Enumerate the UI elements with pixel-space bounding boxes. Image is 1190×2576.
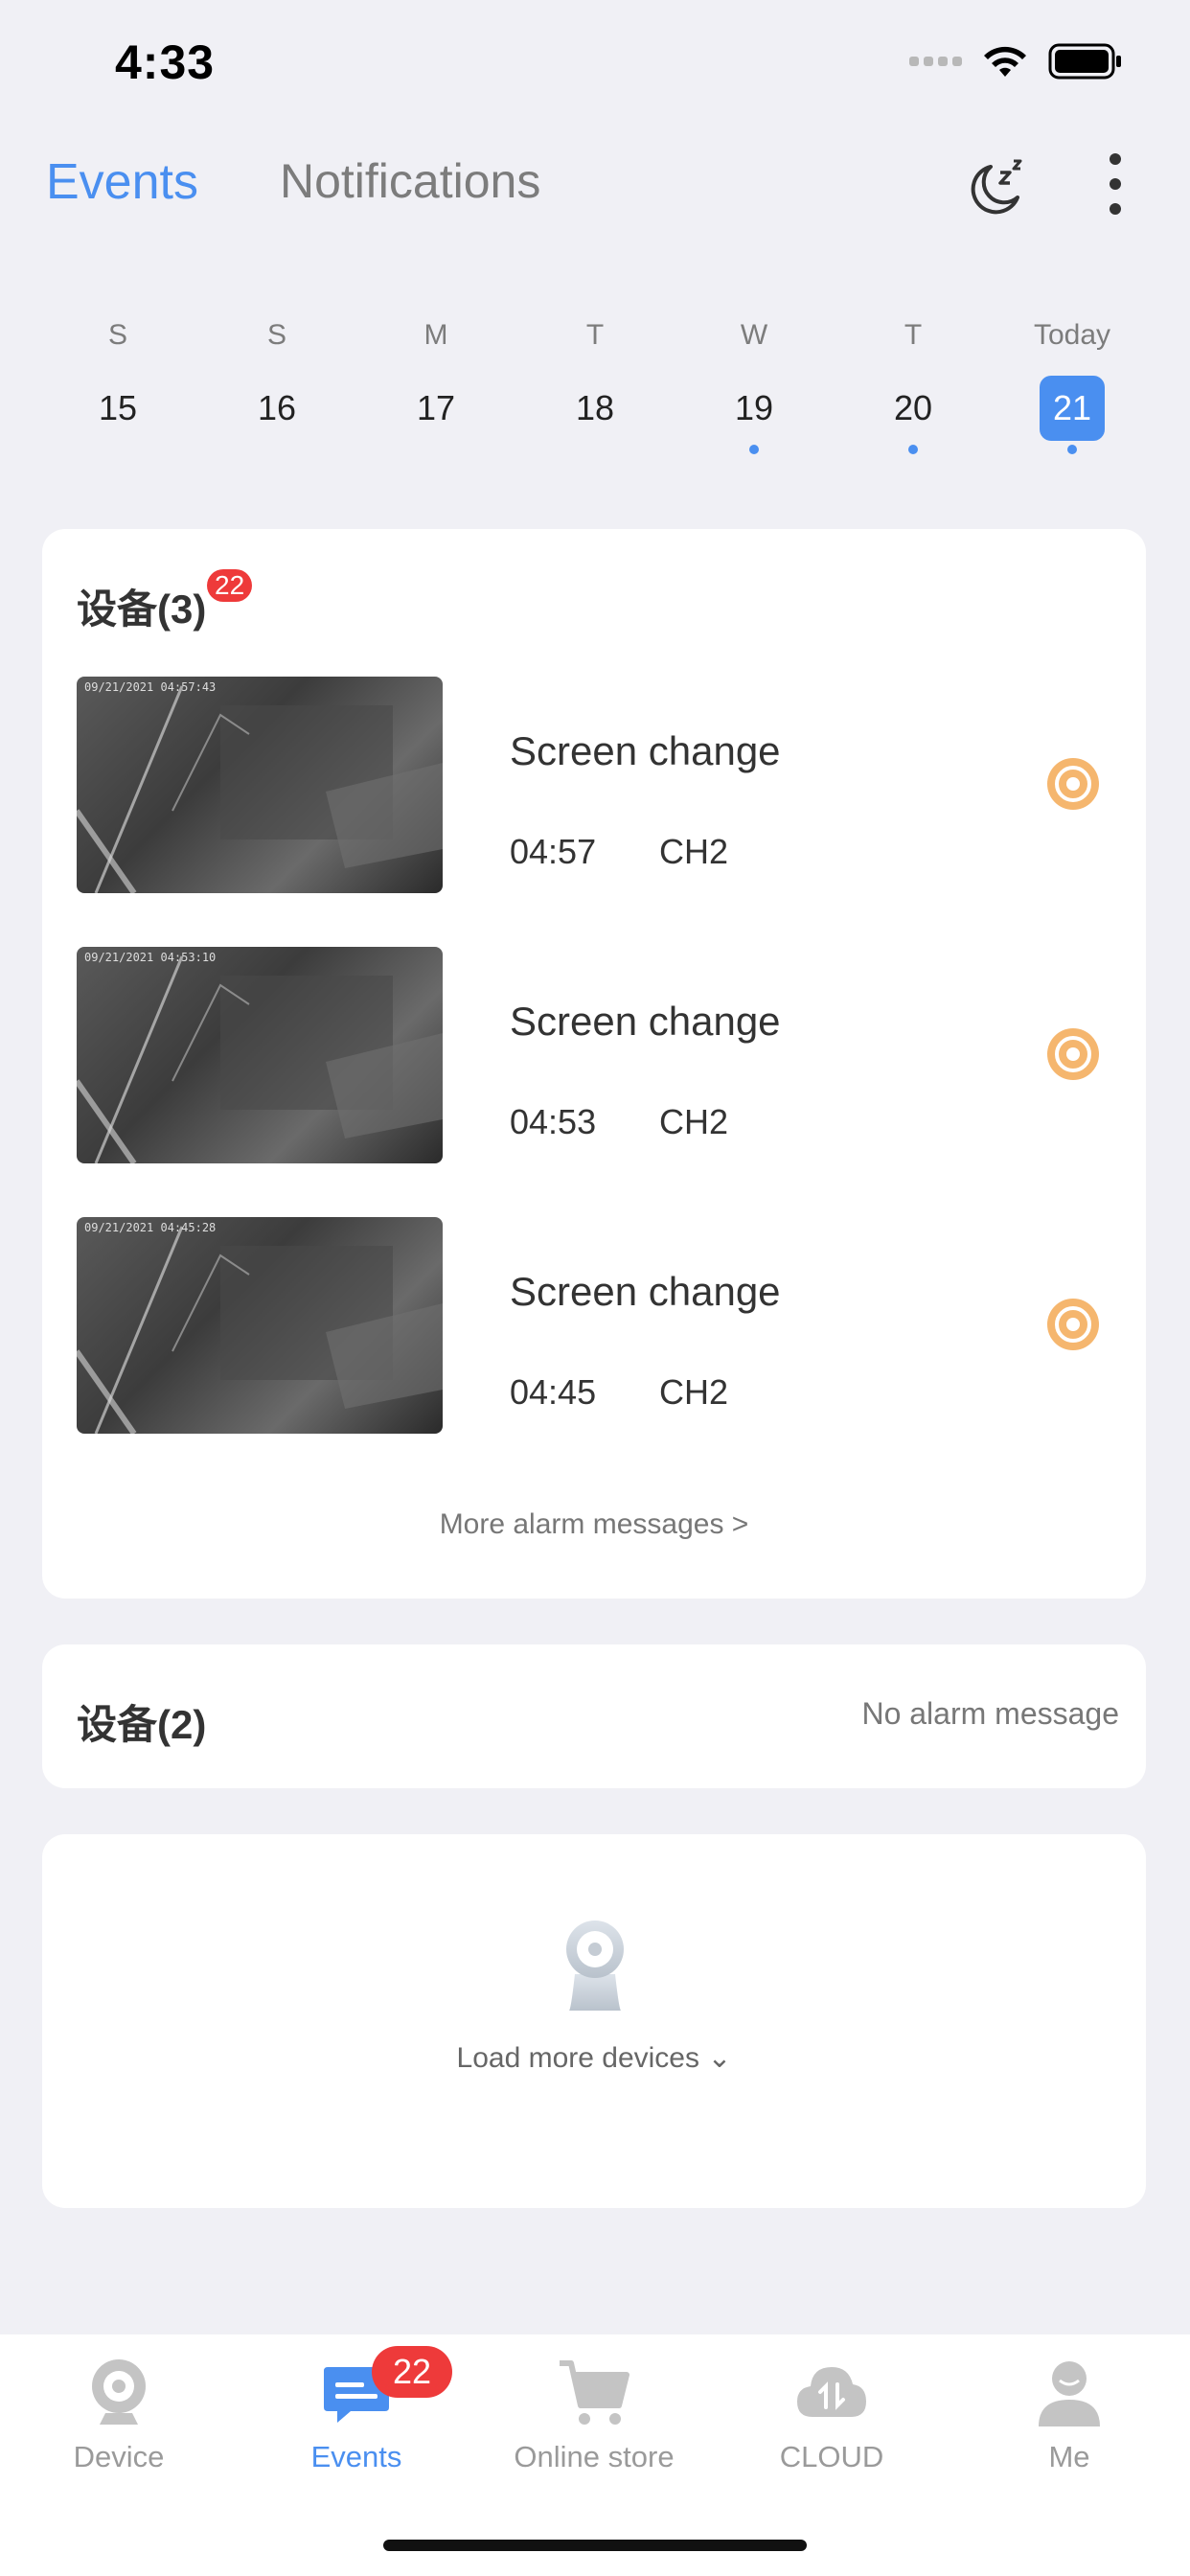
day-of-week: T xyxy=(585,319,605,351)
day-of-week: M xyxy=(423,319,448,351)
date-strip: S 15 S 16 M 17 T 18 W 19 T 20 Today 21 xyxy=(38,316,1152,460)
chat-tab-icon: 22 xyxy=(318,2346,452,2430)
event-channel: CH2 xyxy=(659,832,729,871)
day-of-week: S xyxy=(266,319,286,351)
event-row[interactable]: 09/21/2021 04:57:43 Screen change 04:57 … xyxy=(77,677,1111,893)
event-thumbnail[interactable]: 09/21/2021 04:57:43 xyxy=(77,677,443,893)
tab-label: Me xyxy=(1048,2440,1090,2473)
day-of-week: W xyxy=(740,319,768,351)
tab-cloud[interactable]: CLOUD xyxy=(726,2354,937,2474)
event-row[interactable]: 09/21/2021 04:53:10 Screen change 04:53 … xyxy=(77,947,1111,1163)
device-group-card[interactable]: 设备(2) No alarm message xyxy=(42,1644,1146,1788)
tab-device[interactable]: Device xyxy=(13,2354,224,2474)
user-icon xyxy=(1031,2354,1108,2430)
tab-events[interactable]: Events xyxy=(46,153,198,211)
camera-icon xyxy=(566,1920,624,2011)
day-of-week: Today xyxy=(1033,319,1111,351)
day-number: 18 xyxy=(575,388,615,427)
unread-badge: 22 xyxy=(207,569,253,602)
day-20[interactable]: T 20 xyxy=(834,316,993,460)
tab-label: Events xyxy=(310,2440,402,2473)
battery-icon xyxy=(1048,43,1121,80)
event-row[interactable]: 09/21/2021 04:45:28 Screen change 04:45 … xyxy=(77,1217,1111,1434)
load-more-card[interactable]: Load more devices ⌄ xyxy=(42,1834,1146,2208)
cloud-icon xyxy=(793,2354,870,2430)
thumbnail-timestamp: 09/21/2021 04:45:28 xyxy=(84,1221,217,1234)
day-16[interactable]: S 16 xyxy=(197,316,356,460)
day-number: 19 xyxy=(734,388,774,427)
day-number: 20 xyxy=(893,388,933,427)
day-number: 21 xyxy=(1040,376,1105,441)
thumbnail-timestamp: 09/21/2021 04:57:43 xyxy=(84,680,217,694)
alarm-type-icon xyxy=(1047,758,1099,810)
day-15[interactable]: S 15 xyxy=(38,316,197,460)
camera-tab-icon xyxy=(80,2354,157,2430)
tab-online-store[interactable]: Online store xyxy=(489,2354,699,2474)
event-title: Screen change xyxy=(510,1269,781,1314)
day-number: 15 xyxy=(98,388,138,427)
tab-label: CLOUD xyxy=(779,2440,884,2473)
cart-icon xyxy=(556,2354,632,2430)
device-group-title[interactable]: 设备(3) xyxy=(77,577,206,635)
tab-events-bottom[interactable]: 22 Events xyxy=(251,2346,462,2474)
day-number: 16 xyxy=(257,388,297,427)
tab-label: Online store xyxy=(514,2440,675,2473)
event-thumbnail[interactable]: 09/21/2021 04:45:28 xyxy=(77,1217,443,1434)
event-time: 04:57 xyxy=(510,832,597,871)
day-17[interactable]: M 17 xyxy=(356,316,515,460)
sleep-mode-icon[interactable] xyxy=(958,153,1031,226)
day-of-week: S xyxy=(107,319,127,351)
tab-me[interactable]: Me xyxy=(964,2354,1175,2474)
tab-notifications[interactable]: Notifications xyxy=(280,153,540,209)
status-icons xyxy=(909,42,1123,80)
event-dot xyxy=(1067,445,1077,454)
load-more-devices-button[interactable]: Load more devices ⌄ xyxy=(42,2041,1146,2075)
wifi-icon xyxy=(984,46,1026,77)
event-title: Screen change xyxy=(510,728,781,773)
alarm-type-icon xyxy=(1047,1299,1099,1350)
more-alarm-messages-link[interactable]: More alarm messages > xyxy=(42,1508,1146,1541)
tab-label: Device xyxy=(73,2440,165,2473)
event-channel: CH2 xyxy=(659,1102,729,1141)
day-number: 17 xyxy=(416,388,456,427)
events-badge: 22 xyxy=(372,2346,452,2398)
event-dot xyxy=(908,445,918,454)
event-thumbnail[interactable]: 09/21/2021 04:53:10 xyxy=(77,947,443,1163)
home-indicator xyxy=(383,2540,807,2551)
status-time: 4:33 xyxy=(115,35,216,89)
event-dot xyxy=(749,445,759,454)
event-time: 04:45 xyxy=(510,1372,597,1412)
more-menu-icon[interactable] xyxy=(1092,148,1138,220)
thumbnail-timestamp: 09/21/2021 04:53:10 xyxy=(84,951,217,964)
day-21-today[interactable]: Today 21 xyxy=(993,316,1152,460)
event-title: Screen change xyxy=(510,999,781,1044)
device-group-title: 设备(2) xyxy=(77,1702,207,1747)
event-time: 04:53 xyxy=(510,1102,597,1141)
device-group-card: 设备(3) 22 09/21/2021 04:57:43 Screen chan… xyxy=(42,529,1146,1598)
alarm-type-icon xyxy=(1047,1028,1099,1080)
day-19[interactable]: W 19 xyxy=(675,316,834,460)
day-18[interactable]: T 18 xyxy=(515,316,675,460)
no-alarm-status: No alarm message xyxy=(861,1696,1119,1731)
event-channel: CH2 xyxy=(659,1372,729,1412)
day-of-week: T xyxy=(904,319,923,351)
signal-icon xyxy=(909,57,962,66)
